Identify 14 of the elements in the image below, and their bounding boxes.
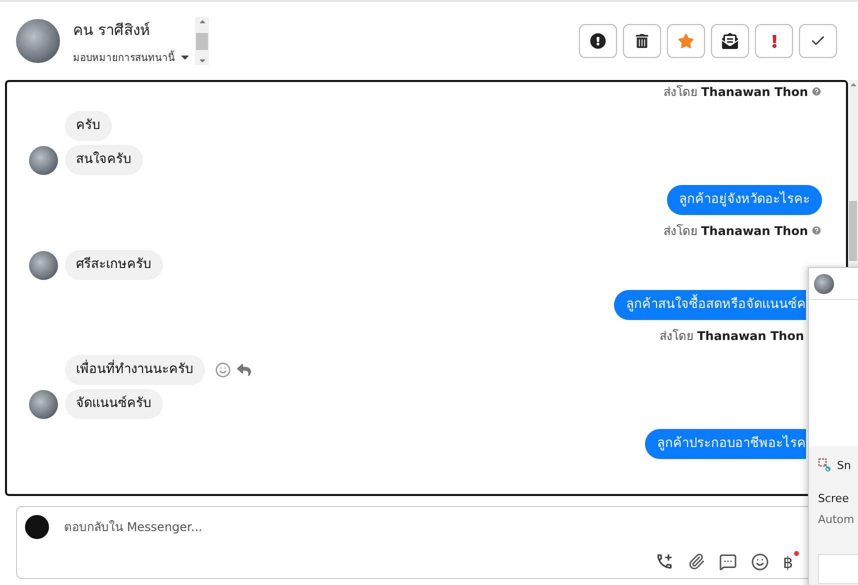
message-bubble: ลูกค้าประกอบอาชีพอะไรค (645, 429, 806, 459)
message-bubble: เพื่อนที่ทำงานนะครับ (65, 355, 205, 385)
sent-by-text: ส่งโดย Thanawan Thon (663, 84, 808, 101)
message-bubble: ศรีสะเกษครับ (65, 250, 163, 280)
sent-by-text: ส่งโดย Thanawan Thon (663, 223, 808, 240)
sent-by-text: ส่งโดย Thanawan Thon (659, 328, 804, 345)
message-bubble: ลูกค้าสนใจซื้อสดหรือจัดแนนซ์ค (614, 290, 806, 320)
message-bubble: จัดแนนซ์ครับ (65, 389, 163, 419)
contact-name: คน ราศีสิงห์ (73, 20, 151, 40)
notification-title: Scree (818, 492, 850, 505)
message-bubble: ลูกค้าอยู่จังหวัดอะไรคะ (667, 185, 822, 215)
message-bubble: สนใจครับ (65, 145, 143, 175)
message-bubble: ครับ (65, 111, 112, 141)
app-name: Sn (837, 458, 851, 472)
